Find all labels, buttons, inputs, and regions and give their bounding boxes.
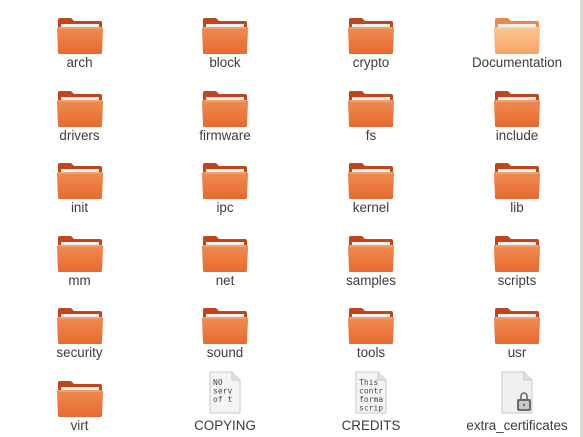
file-item-arch[interactable]: arch	[7, 0, 152, 73]
file-grid: arch block crypto Documentation drivers …	[7, 0, 583, 437]
file-item-label: ipc	[216, 200, 234, 215]
svg-text:of t: of t	[213, 395, 232, 404]
locked-file-icon	[497, 371, 537, 415]
file-item-credits[interactable]: This contr forma scrip CREDITS	[298, 363, 444, 436]
file-item-documentation[interactable]: Documentation	[444, 0, 583, 73]
file-item-usr[interactable]: usr	[444, 290, 583, 363]
file-item-label: mm	[68, 272, 91, 288]
file-item-scripts[interactable]: scripts	[444, 218, 583, 291]
file-item-sound[interactable]: sound	[152, 290, 298, 363]
svg-text:scrip: scrip	[359, 403, 383, 412]
file-item-copying[interactable]: NO serv of t COPYING	[152, 363, 298, 436]
folder-icon	[201, 232, 249, 274]
file-item-lib[interactable]: lib	[444, 145, 583, 218]
file-item-label: scripts	[497, 272, 537, 288]
file-item-label: extra_certificates	[466, 417, 568, 433]
file-item-label: drivers	[59, 127, 100, 143]
file-item-crypto[interactable]: crypto	[298, 0, 444, 73]
folder-icon	[201, 87, 249, 129]
file-item-block[interactable]: block	[152, 0, 298, 73]
folder-icon	[56, 232, 104, 274]
file-item-label: include	[495, 127, 539, 143]
folder-icon	[347, 232, 395, 274]
file-item-label: security	[56, 345, 103, 360]
folder-icon	[56, 304, 104, 346]
folder-icon	[493, 159, 541, 201]
folder-icon	[347, 14, 395, 56]
file-item-samples[interactable]: samples	[298, 218, 444, 291]
file-item-label: crypto	[352, 55, 390, 70]
file-item-extra-certificates[interactable]: extra_certificates	[444, 363, 583, 436]
file-item-label: net	[215, 272, 235, 288]
folder-icon	[347, 304, 395, 346]
file-item-label: virt	[70, 417, 89, 433]
file-item-label: usr	[507, 345, 527, 360]
folder-icon	[56, 159, 104, 201]
file-item-fs[interactable]: fs	[298, 73, 444, 146]
folder-icon	[493, 14, 541, 56]
folder-icon	[56, 14, 104, 56]
folder-icon	[201, 159, 249, 201]
folder-icon	[493, 304, 541, 346]
file-item-ipc[interactable]: ipc	[152, 145, 298, 218]
file-item-label: fs	[365, 127, 377, 143]
file-item-drivers[interactable]: drivers	[7, 73, 152, 146]
folder-icon	[347, 87, 395, 129]
folder-icon	[56, 87, 104, 129]
file-item-virt[interactable]: virt	[7, 363, 152, 436]
file-item-label: lib	[510, 200, 524, 215]
file-item-init[interactable]: init	[7, 145, 152, 218]
file-item-label: kernel	[352, 200, 390, 215]
folder-icon	[493, 87, 541, 129]
file-item-tools[interactable]: tools	[298, 290, 444, 363]
file-item-label: init	[70, 200, 89, 215]
file-item-mm[interactable]: mm	[7, 218, 152, 291]
file-item-net[interactable]: net	[152, 218, 298, 291]
file-item-label: COPYING	[194, 417, 256, 433]
file-item-label: CREDITS	[341, 417, 401, 433]
folder-icon	[201, 304, 249, 346]
file-item-label: block	[209, 55, 241, 70]
file-item-kernel[interactable]: kernel	[298, 145, 444, 218]
folder-icon	[493, 232, 541, 274]
file-item-include[interactable]: include	[444, 73, 583, 146]
folder-icon	[347, 159, 395, 201]
folder-icon	[201, 14, 249, 56]
file-item-label: samples	[346, 272, 396, 288]
file-item-label: Documentation	[471, 55, 563, 70]
file-item-label: firmware	[199, 127, 251, 143]
file-item-label: tools	[356, 345, 386, 360]
text-file-icon: NO serv of t	[205, 371, 245, 415]
folder-icon	[56, 377, 104, 419]
file-item-security[interactable]: security	[7, 290, 152, 363]
file-item-label: sound	[206, 345, 244, 360]
text-file-icon: This contr forma scrip	[351, 371, 391, 415]
file-item-label: arch	[66, 55, 93, 70]
file-item-firmware[interactable]: firmware	[152, 73, 298, 146]
